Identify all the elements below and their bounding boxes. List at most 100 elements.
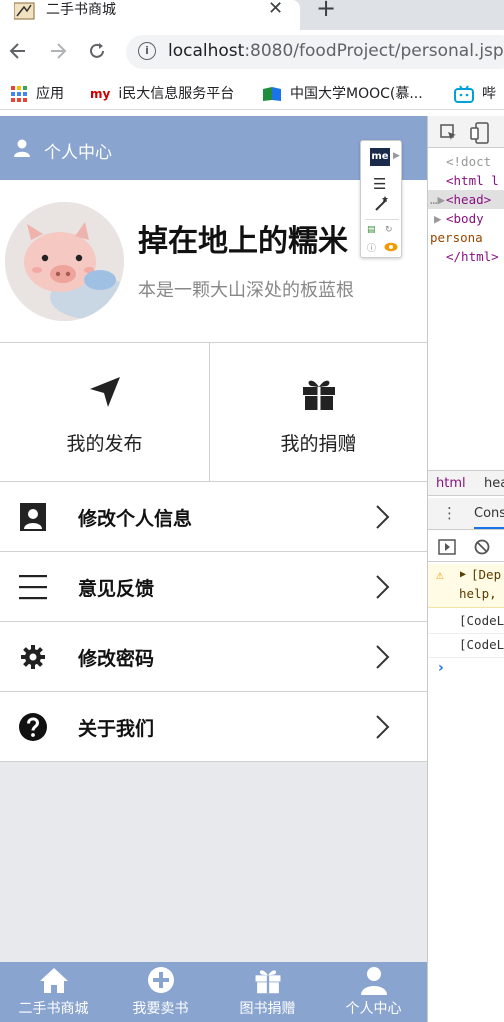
clear-console-icon[interactable] (474, 539, 490, 555)
elements-tree: <!doct <html l …▶ <head> ▶ <body persona <… (428, 152, 504, 266)
gift-icon (302, 380, 335, 410)
crumb-head[interactable]: hea (484, 476, 504, 491)
tree-line-text: <head> (446, 192, 492, 207)
menu-item-edit-profile[interactable]: 修改个人信息 (0, 482, 427, 552)
browser-toolbar: i localhost:8080/foodProject/personal.js… (0, 30, 504, 74)
tree-line-selected[interactable]: …▶ <head> (428, 190, 504, 209)
console-warning[interactable]: ⚠ ▶ [Dep help, (428, 564, 504, 608)
bilibili-tv-icon (454, 85, 474, 103)
chevron-right-icon (376, 645, 390, 669)
nav-label: 我要卖书 (132, 1001, 189, 1017)
tree-line[interactable]: ▶ <body (428, 209, 504, 228)
bookmark-apps[interactable]: 应用 (10, 83, 64, 103)
bookmarks-bar: 应用 my i民大信息服务平台 中国大学MOOC(慕... 哔 (0, 74, 504, 110)
gift-icon (255, 970, 280, 994)
nav-item-profile[interactable]: 个人中心 (320, 962, 427, 1022)
bookmark-imu[interactable]: my i民大信息服务平台 (90, 83, 234, 103)
my-posts-button[interactable]: 我的发布 (0, 343, 209, 481)
send-icon (89, 377, 120, 407)
nav-label: 二手书商城 (18, 1001, 89, 1017)
gear-icon (21, 645, 45, 669)
shortcut-grid: 我的发布 我的捐赠 (0, 342, 427, 482)
site-info-icon[interactable]: i (138, 42, 156, 60)
extension-logo[interactable]: me (370, 148, 390, 166)
plus-circle-icon (147, 967, 174, 993)
breadcrumb-tabs: html hea (428, 470, 504, 496)
my-badge-icon: my (90, 87, 111, 101)
nav-item-shop[interactable]: 二手书商城 (0, 962, 107, 1022)
device-toggle-icon[interactable] (470, 122, 490, 144)
tree-line-text: <body (446, 211, 484, 226)
back-arrow-icon[interactable] (8, 41, 28, 61)
pig-avatar-image (5, 202, 124, 321)
apps-grid-icon (11, 86, 27, 102)
menu-label: 关于我们 (78, 718, 155, 740)
user-card-icon (20, 503, 46, 531)
menu-item-change-password[interactable]: 修改密码 (0, 622, 427, 692)
grid-label: 我的捐赠 (280, 433, 357, 455)
crumb-html[interactable]: html (436, 476, 466, 491)
new-tab-button[interactable]: + (316, 0, 336, 22)
bookmark-bilibili[interactable]: 哔 (454, 83, 496, 103)
chevron-right-icon (376, 505, 390, 529)
nav-item-sell[interactable]: 我要卖书 (107, 962, 214, 1022)
nav-label: 个人中心 (345, 1001, 402, 1017)
chevron-right-icon (376, 715, 390, 739)
warning-text: [Dep (471, 567, 502, 582)
eye-icon[interactable] (384, 242, 398, 252)
expand-arrow-icon[interactable]: ▶ (393, 151, 400, 161)
chevron-right-icon (376, 575, 390, 599)
console-toolbar (428, 532, 504, 562)
bookmark-label: 应用 (36, 86, 64, 102)
browser-tab[interactable]: 二手书商城 ✕ (0, 0, 300, 30)
cast-icon[interactable]: ▤ (367, 225, 376, 235)
settings-menu: 修改个人信息 意见反馈 修改密码 关于我们 (0, 482, 427, 762)
devtools-panel: <!doct <html l …▶ <head> ▶ <body persona <… (427, 116, 504, 1022)
nav-item-donate[interactable]: 图书捐赠 (214, 962, 321, 1022)
inspect-element-icon[interactable] (440, 124, 458, 142)
url-host: localhost (168, 41, 245, 61)
user-icon (14, 139, 30, 157)
hamburger-icon[interactable]: ☰ (373, 175, 386, 193)
grid-label: 我的发布 (66, 433, 143, 455)
menu-item-about-us[interactable]: 关于我们 (0, 692, 427, 762)
my-donations-button[interactable]: 我的捐赠 (209, 343, 427, 481)
question-icon (19, 713, 47, 741)
avatar[interactable] (5, 202, 124, 321)
home-icon (39, 968, 68, 993)
console-log[interactable]: [CodeL (428, 610, 504, 634)
user-icon (360, 967, 387, 995)
reload-icon[interactable] (87, 41, 107, 61)
tab-console[interactable]: Cons (474, 506, 504, 529)
warning-text-2: help, (459, 586, 497, 601)
console-prompt-icon[interactable]: › (438, 660, 444, 676)
browser-tab-bar: 二手书商城 ✕ + (0, 0, 504, 30)
more-options-icon[interactable]: ⋮ (442, 504, 457, 522)
refresh-icon[interactable]: ↻ (385, 225, 393, 235)
menu-label: 修改密码 (78, 648, 155, 670)
tab-title: 二手书商城 (46, 2, 116, 18)
sidebar-toggle-icon[interactable] (438, 539, 456, 555)
magic-wand-icon[interactable] (373, 195, 391, 213)
bookmark-label: 中国大学MOOC(慕... (290, 86, 423, 102)
divider (365, 219, 399, 220)
log-text: [CodeL (459, 637, 504, 652)
bottom-nav: 二手书商城 我要卖书 图书捐赠 个人中心 (0, 962, 427, 1022)
mooc-book-icon (263, 87, 281, 101)
drawer-tabs: ⋮ Cons (428, 498, 504, 530)
address-bar[interactable]: i localhost:8080/foodProject/personal.js… (126, 35, 504, 69)
bookmark-mooc[interactable]: 中国大学MOOC(慕... (262, 83, 423, 103)
tree-line[interactable]: <html l (428, 171, 504, 190)
tree-line[interactable]: </html> (428, 247, 504, 266)
extension-toolbar: me ▶ ☰ ▤ ↻ ⓘ (360, 140, 402, 258)
tree-line[interactable]: <!doct (428, 152, 504, 171)
tab-close-icon[interactable]: ✕ (268, 0, 283, 19)
ellipsis-icon: …▶ (430, 192, 446, 207)
forward-arrow-icon[interactable] (48, 41, 68, 61)
menu-item-feedback[interactable]: 意见反馈 (0, 552, 427, 622)
menu-label: 意见反馈 (78, 578, 155, 600)
info-icon[interactable]: ⓘ (367, 241, 376, 254)
console-log[interactable]: [CodeL (428, 634, 504, 658)
tree-line[interactable]: persona (428, 228, 504, 247)
bookmark-label: i民大信息服务平台 (118, 86, 235, 102)
